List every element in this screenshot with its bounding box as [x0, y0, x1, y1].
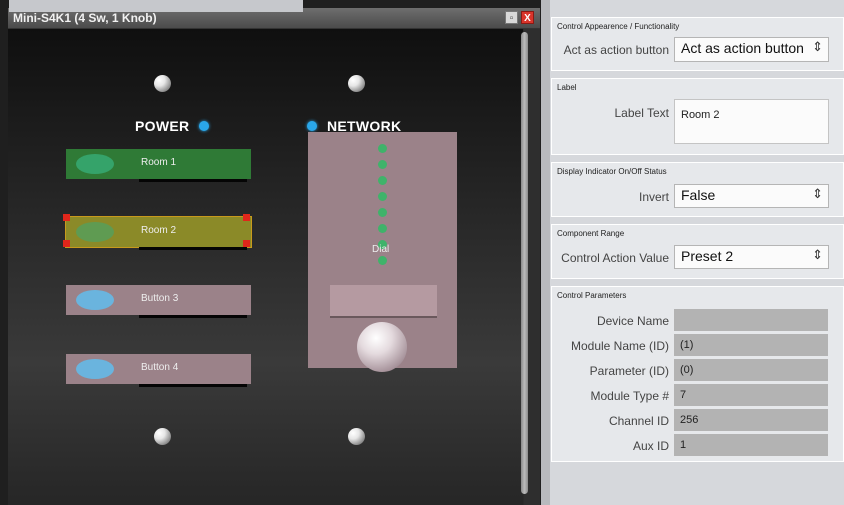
field-value: (0) — [680, 364, 694, 376]
button-label: Button 4 — [141, 362, 179, 373]
field-value: 7 — [680, 389, 687, 401]
button-shadow — [139, 247, 247, 250]
control-action-value-select[interactable]: Preset 2 ⇕ — [674, 245, 829, 269]
button-label: Button 3 — [141, 293, 179, 304]
screw-icon — [348, 75, 365, 92]
device-window: Mini-S4K1 (4 Sw, 1 Knob) ▫ X POWER NETWO… — [8, 8, 540, 505]
field-value: (1) — [680, 339, 694, 351]
resize-handle[interactable] — [243, 214, 250, 221]
dial-led-icon — [378, 224, 387, 233]
dial-label: Dial — [372, 244, 390, 255]
aux-id-field: 1 — [674, 434, 828, 456]
module-name-field: (1) — [674, 334, 828, 356]
button-3[interactable]: Button 3 — [66, 285, 251, 318]
screw-icon — [154, 428, 171, 445]
section-title: Control Parameters — [557, 291, 627, 300]
button-4[interactable]: Button 4 — [66, 354, 251, 387]
window-title: Mini-S4K1 (4 Sw, 1 Knob) — [13, 11, 157, 25]
dial-fader[interactable] — [330, 285, 437, 316]
device-panel: POWER NETWORK Room 1 Room 2 Button 3 But… — [8, 29, 523, 505]
label-text-input[interactable]: Room 2 — [674, 99, 829, 144]
dial-led-icon — [378, 144, 387, 153]
restore-button[interactable]: ▫ — [505, 11, 518, 24]
section-title: Component Range — [557, 229, 625, 238]
close-button[interactable]: X — [521, 11, 534, 24]
parameter-id-label: Parameter (ID) — [589, 364, 669, 378]
button-led-icon — [76, 359, 114, 379]
updown-arrow-icon: ⇕ — [812, 186, 823, 201]
act-as-action-button-select[interactable]: Act as action button ⇕ — [674, 37, 829, 62]
button-led-icon — [76, 154, 114, 174]
label-text-value: Room 2 — [681, 109, 720, 121]
button-shadow — [139, 384, 247, 387]
updown-arrow-icon: ⇕ — [812, 247, 823, 262]
resize-handle[interactable] — [243, 240, 250, 247]
dial-led-icon — [378, 192, 387, 201]
network-led-icon — [307, 121, 317, 131]
property-panel-header — [9, 0, 303, 12]
device-name-label: Device Name — [596, 314, 669, 328]
channel-id-field: 256 — [674, 409, 828, 431]
aux-id-label: Aux ID — [632, 439, 669, 453]
label-text-label: Label Text — [614, 106, 670, 120]
dial-led-icon — [378, 160, 387, 169]
act-as-action-button-label: Act as action button — [563, 43, 669, 57]
screw-icon — [154, 75, 171, 92]
button-shadow — [139, 179, 247, 182]
field-value: 256 — [680, 414, 699, 426]
room-1-button[interactable]: Room 1 — [66, 149, 251, 182]
section-title: Control Appearence / Functionality — [557, 22, 680, 31]
parameter-id-field: (0) — [674, 359, 828, 381]
updown-arrow-icon: ⇕ — [812, 39, 823, 54]
select-value: False — [681, 187, 716, 203]
control-action-value-label: Control Action Value — [561, 251, 669, 265]
module-name-label: Module Name (ID) — [570, 339, 669, 353]
select-value: Act as action button — [681, 40, 804, 56]
section-title: Display Indicator On/Off Status — [557, 167, 667, 176]
dial-led-icon — [378, 176, 387, 185]
dial-led-icon — [378, 208, 387, 217]
power-label: POWER — [135, 118, 190, 134]
button-led-icon — [76, 290, 114, 310]
resize-handle[interactable] — [63, 214, 70, 221]
power-led-icon — [199, 121, 209, 131]
room-2-button[interactable]: Room 2 — [65, 216, 252, 250]
dial-led-icon — [378, 256, 387, 265]
invert-label: Invert — [638, 190, 669, 204]
invert-select[interactable]: False ⇕ — [674, 184, 829, 208]
button-shadow — [139, 315, 247, 318]
button-label: Room 1 — [141, 157, 177, 168]
device-name-field — [674, 309, 828, 331]
field-value: 1 — [680, 439, 687, 451]
knob[interactable] — [357, 322, 407, 372]
screw-icon — [348, 428, 365, 445]
module-type-field: 7 — [674, 384, 828, 406]
button-led-icon — [76, 222, 114, 242]
channel-id-label: Channel ID — [608, 414, 669, 428]
section-title: Label — [557, 83, 577, 92]
button-label: Room 2 — [141, 225, 177, 236]
select-value: Preset 2 — [681, 248, 734, 264]
resize-handle[interactable] — [63, 240, 70, 247]
module-type-label: Module Type # — [590, 389, 670, 403]
